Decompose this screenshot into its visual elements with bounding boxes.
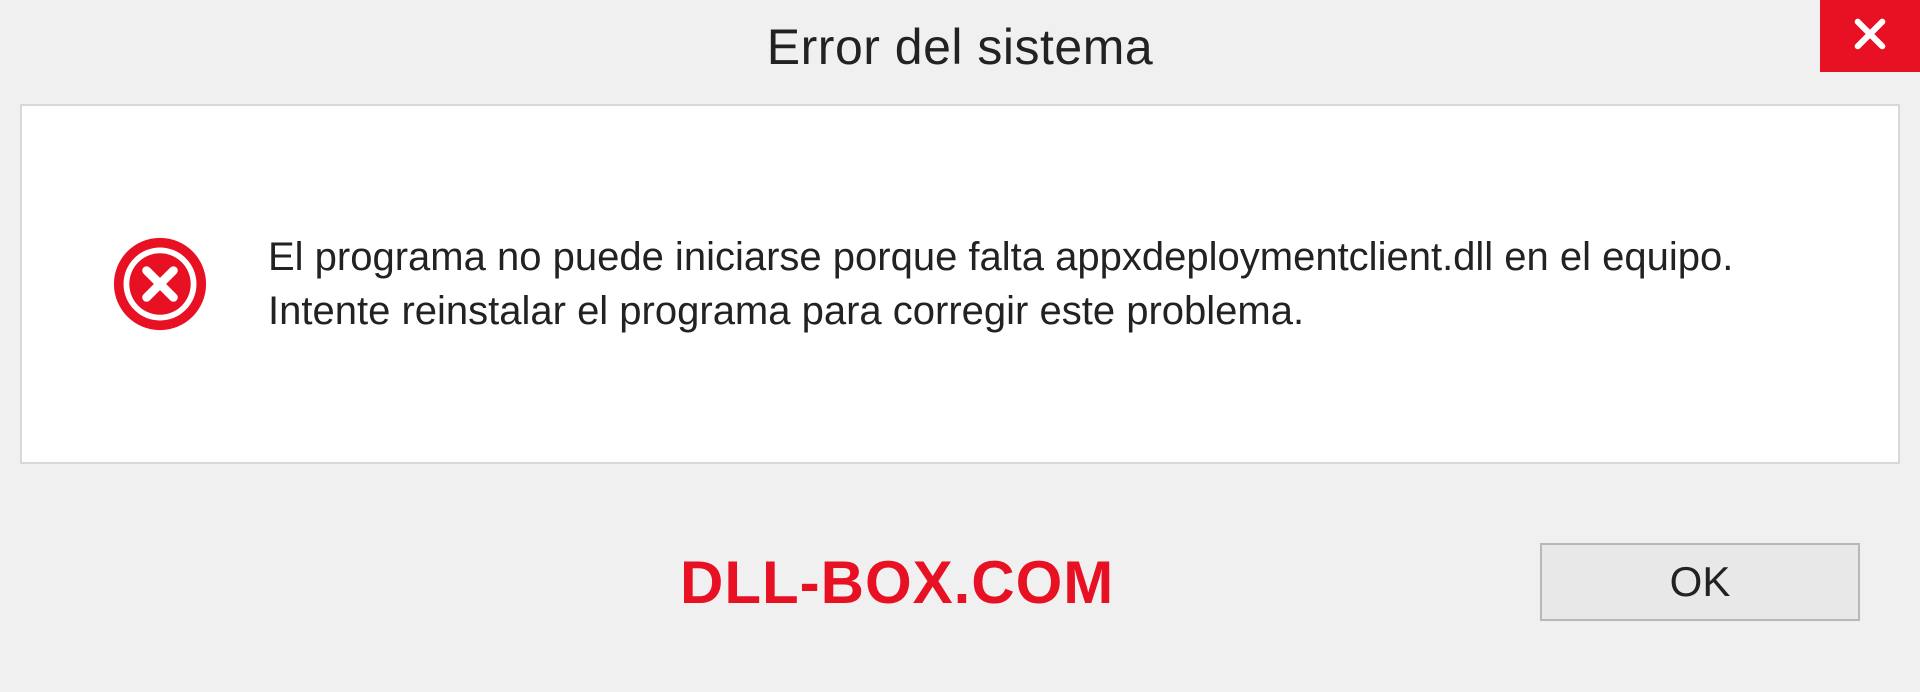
error-message: El programa no puede iniciarse porque fa… [268, 230, 1768, 338]
watermark-text: DLL-BOX.COM [680, 548, 1114, 617]
ok-button[interactable]: OK [1540, 543, 1860, 621]
error-icon [112, 236, 208, 332]
footer: DLL-BOX.COM OK [0, 492, 1920, 692]
dialog-title: Error del sistema [767, 18, 1153, 76]
titlebar: Error del sistema [0, 0, 1920, 94]
close-button[interactable] [1820, 0, 1920, 72]
content-panel: El programa no puede iniciarse porque fa… [20, 104, 1900, 464]
close-icon [1849, 13, 1891, 60]
